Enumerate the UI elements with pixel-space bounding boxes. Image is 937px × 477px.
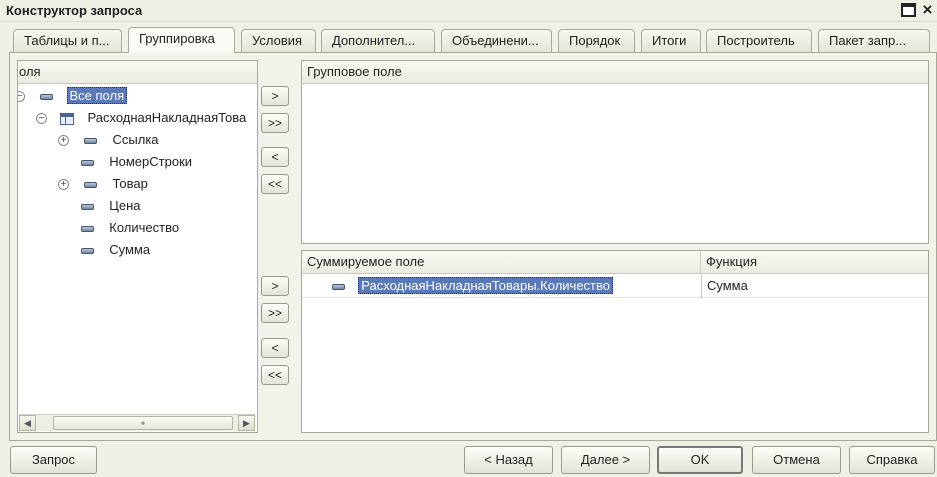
query-button[interactable]: Запрос	[10, 446, 97, 474]
tree-row-table[interactable]: − РасходнаяНакладнаяТова	[36, 108, 246, 128]
sum-fields-header: Суммируемое поле Функция	[302, 251, 928, 274]
remove-group-field-button[interactable]: <	[261, 147, 289, 167]
tree-row-field[interactable]: + Товар	[58, 174, 148, 194]
function-cell[interactable]: Сумма	[701, 275, 928, 298]
field-icon	[84, 137, 98, 144]
add-sum-field-button[interactable]: >	[261, 276, 289, 296]
tab-additional[interactable]: Дополнител...	[321, 29, 435, 52]
maximize-icon[interactable]	[901, 3, 916, 17]
tree-label-table: РасходнаяНакладнаяТова	[87, 110, 247, 125]
window-title: Конструктор запроса	[6, 3, 143, 18]
tab-tables[interactable]: Таблицы и п...	[13, 29, 122, 52]
cancel-button[interactable]: Отмена	[752, 446, 841, 474]
tree-row-field[interactable]: Сумма	[81, 240, 150, 260]
field-icon	[81, 203, 94, 210]
function-column-header[interactable]: Функция	[701, 251, 928, 273]
help-button[interactable]: Справка	[849, 446, 935, 474]
summed-field-column-header[interactable]: Суммируемое поле	[302, 251, 701, 273]
close-icon[interactable]: ×	[920, 1, 935, 18]
add-group-field-button[interactable]: >	[261, 86, 289, 106]
field-icon	[84, 181, 98, 188]
field-icon	[81, 247, 94, 254]
expand-icon[interactable]: +	[58, 135, 69, 147]
remove-all-group-fields-button[interactable]: <<	[261, 174, 289, 194]
field-icon	[332, 283, 345, 290]
field-icon	[81, 225, 94, 232]
remove-sum-field-button[interactable]: <	[261, 338, 289, 358]
collapse-icon[interactable]: −	[36, 113, 47, 125]
tab-unions[interactable]: Объединени...	[441, 29, 552, 52]
table-icon	[60, 112, 75, 125]
tree-label-field: Количество	[109, 220, 180, 235]
scroll-left-icon[interactable]: ◀	[19, 415, 36, 431]
group-field-column-header: Групповое поле	[302, 61, 928, 84]
tree-label-field: Сумма	[109, 242, 151, 257]
tree-label-field: Цена	[109, 198, 141, 213]
tab-builder[interactable]: Построитель	[706, 29, 812, 52]
field-icon	[40, 93, 54, 100]
group-fields-panel[interactable]: Групповое поле	[301, 60, 929, 244]
tree-row-field[interactable]: + Ссылка	[58, 130, 159, 150]
expand-icon[interactable]: +	[58, 179, 69, 191]
tree-row-field[interactable]: Цена	[81, 196, 141, 216]
table-row[interactable]: РасходнаяНакладнаяТовары.Количество Сумм…	[302, 275, 928, 298]
tree-row-all-fields[interactable]: − Все поля	[18, 86, 128, 106]
horizontal-scrollbar[interactable]: ◀ ⦁ ▶	[19, 414, 255, 431]
tree-label-field: НомерСтроки	[109, 154, 193, 169]
add-all-group-fields-button[interactable]: >>	[261, 113, 289, 133]
scroll-right-icon[interactable]: ▶	[238, 415, 255, 431]
tree-label-field: Товар	[112, 176, 148, 191]
collapse-icon[interactable]: −	[18, 91, 25, 103]
scrollbar-thumb[interactable]: ⦁	[53, 416, 233, 430]
fields-tree-panel: оля − Все поля − РасходнаяНакладнаяТова …	[17, 60, 258, 433]
fields-tree-header: оля	[18, 61, 257, 84]
tab-grouping[interactable]: Группировка	[128, 27, 235, 53]
tab-query-batch[interactable]: Пакет запр...	[818, 29, 930, 52]
tree-row-field[interactable]: НомерСтроки	[81, 152, 192, 172]
remove-all-sum-fields-button[interactable]: <<	[261, 365, 289, 385]
tab-order[interactable]: Порядок	[558, 29, 635, 52]
tab-totals[interactable]: Итоги	[641, 29, 701, 52]
tab-conditions[interactable]: Условия	[241, 29, 316, 52]
tree-row-field[interactable]: Количество	[81, 218, 179, 238]
ok-button[interactable]: OK	[657, 446, 743, 474]
tree-label-field: Ссылка	[112, 132, 159, 147]
add-all-sum-fields-button[interactable]: >>	[261, 303, 289, 323]
sum-fields-panel[interactable]: Суммируемое поле Функция РасходнаяНаклад…	[301, 250, 929, 433]
summed-field-value: РасходнаяНакладнаяТовары.Количество	[358, 277, 613, 294]
field-icon	[81, 159, 94, 166]
next-button[interactable]: Далее >	[561, 446, 650, 474]
tree-label-all-fields: Все поля	[66, 87, 128, 104]
back-button[interactable]: < Назад	[464, 446, 553, 474]
summed-field-cell[interactable]: РасходнаяНакладнаяТовары.Количество	[332, 276, 613, 296]
